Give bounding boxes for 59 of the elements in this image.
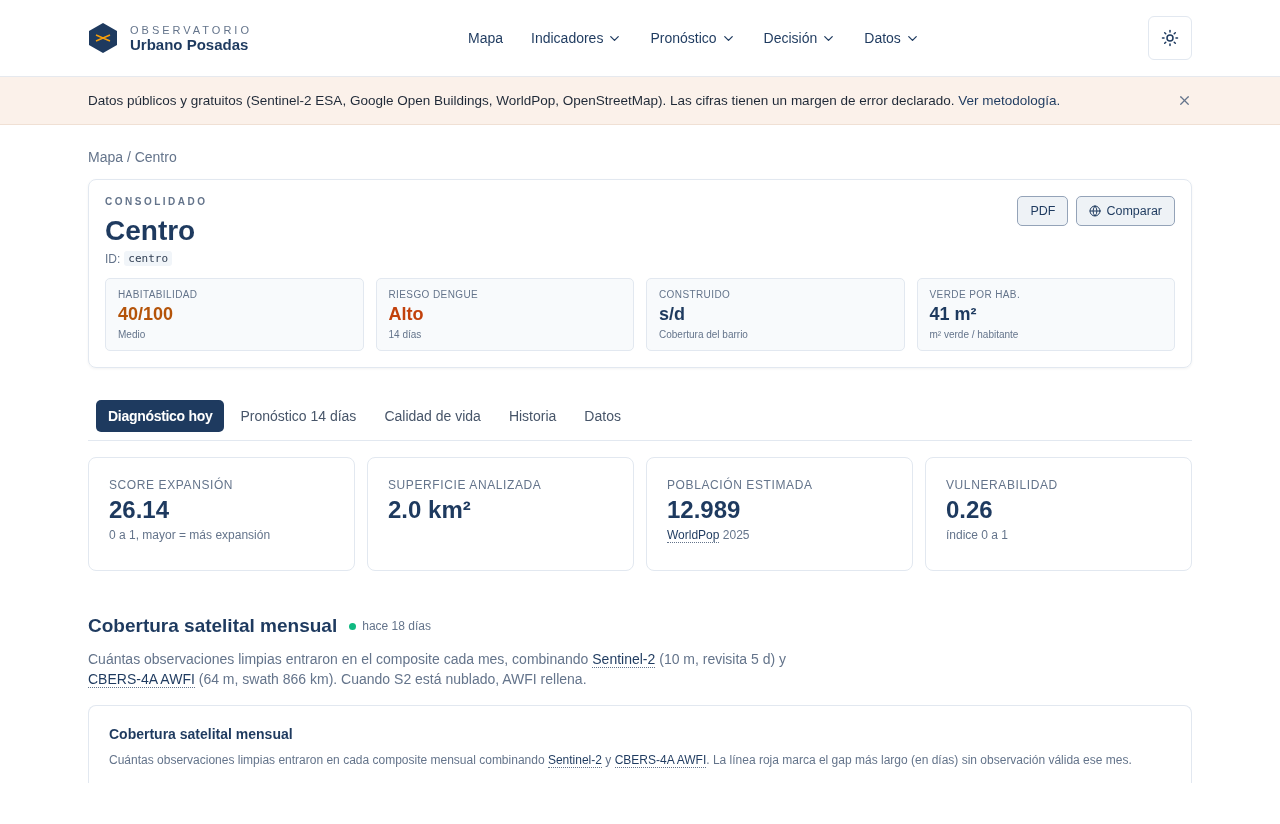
metric-note: índice 0 a 1 [946, 528, 1010, 542]
theme-toggle-button[interactable] [1148, 16, 1192, 60]
id-label: ID: [105, 251, 121, 266]
metric-label: SUPERFICIE ANALIZADA [388, 478, 543, 492]
status-dot [349, 622, 357, 630]
stat-value: 41 m² [929, 304, 978, 325]
close-icon [1177, 93, 1192, 108]
metric-label: POBLACIÓN ESTIMADA [667, 478, 814, 492]
stat-value: Alto [388, 304, 425, 325]
tab[interactable]: Diagnóstico hoy [96, 400, 225, 432]
stat-label: HABITABILIDAD [118, 289, 199, 300]
freshness-text: hace 18 días [362, 619, 431, 633]
stat-note: 14 días [388, 329, 423, 340]
action-button[interactable]: PDF [1017, 196, 1069, 226]
nav-item[interactable]: Indicadores [531, 30, 623, 46]
source-link[interactable]: WorldPop [667, 528, 720, 543]
hexagon-logo-icon [88, 22, 118, 54]
zone-category: CONSOLIDADO [105, 196, 208, 207]
source-link[interactable]: Sentinel-2 [592, 651, 656, 668]
stat-note: Medio [118, 329, 147, 340]
nav-item[interactable]: Mapa [468, 30, 504, 46]
section-title: Cobertura satelital mensual [88, 615, 338, 637]
card-title: Cobertura satelital mensual [109, 726, 294, 742]
metric-note: WorldPop 2025 [667, 528, 751, 542]
breadcrumb: Mapa / Centro [88, 149, 178, 165]
metric-value: 2.0 km² [388, 496, 472, 524]
metric-value: 12.989 [667, 496, 742, 524]
source-link[interactable]: Sentinel-2 [547, 753, 602, 768]
nav-item[interactable]: Pronóstico [650, 30, 736, 46]
metric-label: VULNERABILIDAD [946, 478, 1059, 492]
banner-text: Datos públicos y gratuitos (Sentinel-2 ESA, Google Open Buildings, WorldPop, OpenStreetMap). Las cifras tienen un margen de error declarado. Ver metodología. [88, 92, 1061, 110]
tab[interactable]: Datos [572, 400, 633, 432]
section-description: Cuántas observaciones limpias entraron en el composite cada mes, combinando Sentinel-2 (10 m, revisita 5 d) y CBERS-4A AWFI (64 m, swath 866 km). Cuando S2 está nublado, AWFI rellena. [88, 650, 788, 689]
zone-id: centro [124, 251, 173, 266]
stat-label: RIESGO DENGUE [388, 289, 480, 300]
nav-item[interactable]: Decisión [763, 30, 837, 46]
sun-icon [1161, 29, 1179, 47]
metric-label: SCORE EXPANSIÓN [109, 478, 235, 492]
source-link[interactable]: CBERS-4A AWFI [88, 671, 195, 688]
metric-value: 0.26 [946, 496, 994, 524]
card-description: Cuántas observaciones limpias entraron en cada composite mensual combinando Sentinel-2 y CBERS-4A AWFI. La línea roja marca el gap más largo (en días) sin observación válida ese mes. [109, 752, 1133, 768]
tab[interactable]: Pronóstico 14 días [228, 400, 369, 432]
stat-value: s/d [659, 304, 686, 325]
brand-name: Urbano Posadas [130, 35, 250, 53]
tab[interactable]: Calidad de vida [372, 400, 493, 432]
stat-label: VERDE POR HAB. [929, 289, 1022, 300]
methodology-link[interactable]: Ver metodología. [958, 93, 1061, 108]
stat-label: CONSTRUIDO [659, 289, 732, 300]
brand-eyebrow: OBSERVATORIO [130, 23, 252, 36]
stat-note: m² verde / habitante [929, 329, 1020, 340]
action-button[interactable]: Comparar [1076, 196, 1175, 226]
nav-item[interactable]: Datos [864, 30, 920, 46]
stat-value: 40/100 [118, 304, 175, 325]
zone-title: Centro [105, 215, 197, 247]
close-button[interactable] [1177, 93, 1192, 108]
stat-note: Cobertura del barrio [659, 329, 749, 340]
tab[interactable]: Historia [496, 400, 569, 432]
metric-value: 26.14 [109, 496, 171, 524]
metric-note: 0 a 1, mayor = más expansión [109, 528, 272, 542]
